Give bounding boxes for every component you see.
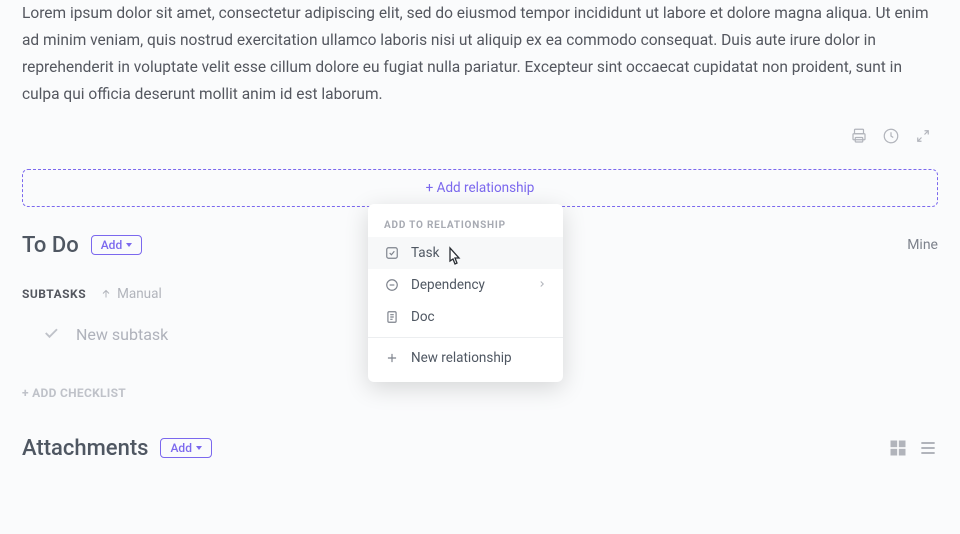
popover-item-label: Dependency	[411, 277, 485, 293]
grid-view-icon[interactable]	[888, 438, 908, 458]
todo-title: To Do	[22, 233, 79, 258]
check-icon	[42, 324, 60, 346]
chevron-down-icon	[126, 243, 132, 247]
popover-item-label: Task	[411, 245, 439, 261]
popover-item-label: New relationship	[411, 350, 512, 366]
history-icon[interactable]	[882, 127, 900, 145]
plus-icon	[384, 351, 400, 365]
subtasks-sort-control[interactable]: Manual	[100, 286, 162, 302]
list-view-icon[interactable]	[918, 438, 938, 458]
chevron-right-icon	[537, 277, 547, 293]
description-action-row	[22, 127, 938, 145]
add-relationship-button[interactable]: + Add relationship	[22, 169, 938, 207]
relationship-popover: ADD TO RELATIONSHIP Task Dependency Doc …	[368, 204, 563, 382]
popover-item-dependency[interactable]: Dependency	[368, 269, 563, 301]
add-label: Add	[170, 441, 191, 455]
expand-icon[interactable]	[914, 127, 932, 145]
mine-filter[interactable]: Mine	[907, 237, 938, 253]
subtasks-label: SUBTASKS	[22, 287, 86, 301]
popover-item-label: Doc	[411, 309, 435, 325]
popover-divider	[368, 337, 563, 338]
dependency-icon	[384, 278, 400, 292]
popover-item-task[interactable]: Task	[368, 237, 563, 269]
todo-add-button[interactable]: Add	[91, 235, 142, 255]
chevron-down-icon	[196, 446, 202, 450]
doc-icon	[384, 310, 400, 324]
attachments-section-header: Attachments Add	[22, 436, 938, 461]
attachments-title: Attachments	[22, 436, 148, 461]
popover-item-doc[interactable]: Doc	[368, 301, 563, 333]
print-icon[interactable]	[850, 127, 868, 145]
task-check-icon	[384, 246, 400, 260]
attachments-add-button[interactable]: Add	[160, 438, 211, 458]
add-checklist-button[interactable]: + ADD CHECKLIST	[22, 386, 938, 400]
sort-label: Manual	[117, 286, 162, 302]
add-relationship-label: + Add relationship	[426, 180, 535, 196]
task-description: Lorem ipsum dolor sit amet, consectetur …	[22, 0, 938, 109]
popover-item-new-relationship[interactable]: New relationship	[368, 342, 563, 374]
popover-title: ADD TO RELATIONSHIP	[368, 212, 563, 237]
new-subtask-placeholder: New subtask	[76, 325, 168, 344]
add-label: Add	[101, 238, 122, 252]
